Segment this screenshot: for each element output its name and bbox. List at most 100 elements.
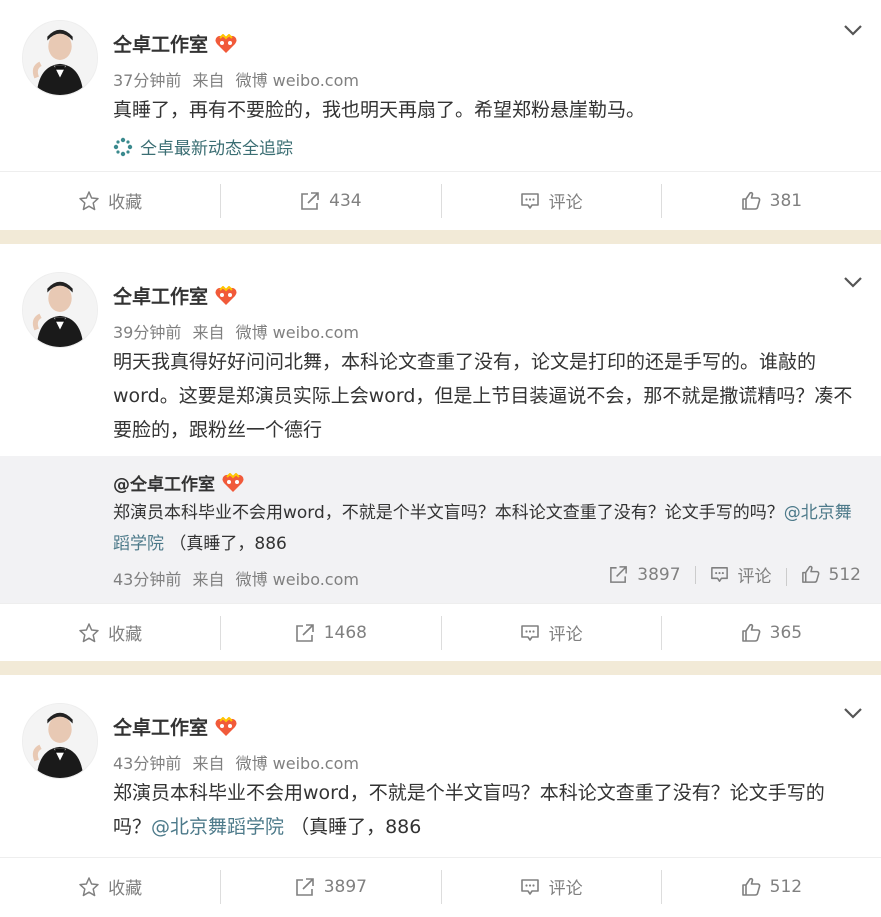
- post-text: 郑演员本科毕业不会用word，不就是个半文盲吗？本科论文查重了没有？论文手写的吗…: [113, 776, 858, 844]
- source-prefix: 来自: [192, 570, 225, 589]
- post-actions: 收藏 1468 评论 365: [0, 603, 881, 661]
- quoted-actions: 3897 评论 512: [594, 562, 861, 587]
- post-source: 微博 weibo.com: [235, 71, 359, 90]
- verified-heart-badge-icon: [215, 33, 237, 53]
- favorite-label: 收藏: [108, 625, 143, 645]
- comment-icon: [710, 567, 728, 582]
- author-link[interactable]: 仝卓工作室: [113, 282, 208, 309]
- super-topic-link[interactable]: 仝卓最新动态全追踪: [113, 134, 293, 159]
- quoted-source: 微博 weibo.com: [235, 570, 359, 589]
- avatar[interactable]: [22, 703, 98, 779]
- chevron-down-icon[interactable]: [843, 275, 863, 289]
- quoted-comment-label: 评论: [737, 567, 772, 587]
- post-source: 微博 weibo.com: [235, 323, 359, 342]
- verified-heart-badge-icon: [222, 472, 244, 492]
- quoted-repost-button[interactable]: 3897: [594, 564, 694, 585]
- post-actions: 收藏 3897 评论 512: [0, 857, 881, 915]
- like-button[interactable]: 512: [660, 869, 881, 904]
- quoted-meta: 43分钟前 来自 微博 weibo.com: [113, 566, 359, 590]
- share-icon: [295, 623, 314, 642]
- share-icon: [295, 877, 314, 896]
- like-count: 512: [769, 876, 803, 897]
- super-topic-label[interactable]: 仝卓最新动态全追踪: [140, 134, 293, 159]
- quoted-text-tail: （真睡了，886: [164, 534, 287, 554]
- source-prefix: 来自: [192, 323, 225, 342]
- comment-button[interactable]: 评论: [440, 183, 661, 218]
- author-name[interactable]: 仝卓工作室: [113, 282, 238, 309]
- post-text-tail: （真睡了，886: [284, 816, 422, 838]
- comment-label: 评论: [548, 625, 583, 645]
- thumbs-up-icon: [741, 191, 761, 210]
- quoted-comment-button[interactable]: 评论: [694, 562, 786, 587]
- repost-button[interactable]: 434: [220, 183, 440, 218]
- post-time[interactable]: 39分钟前: [113, 323, 181, 342]
- verified-heart-badge-icon: [215, 285, 237, 305]
- repost-count: 3897: [323, 876, 367, 897]
- like-button[interactable]: 381: [660, 183, 881, 218]
- share-icon: [610, 566, 628, 583]
- chevron-down-icon[interactable]: [843, 706, 863, 720]
- avatar[interactable]: [22, 20, 98, 96]
- comment-icon: [520, 878, 539, 895]
- post-card-2: 仝卓工作室 39分钟前 来自 微博 weibo.com 明天我真得好好问问北舞，…: [0, 244, 881, 661]
- post-card-3: 仝卓工作室 43分钟前 来自 微博 weibo.com 郑演员本科毕业不会用wo…: [0, 675, 881, 917]
- author-link[interactable]: 仝卓工作室: [113, 713, 208, 740]
- post-actions: 收藏 434 评论 381: [0, 171, 881, 229]
- star-icon: [79, 876, 99, 896]
- star-icon: [79, 622, 99, 642]
- quoted-author[interactable]: @仝卓工作室: [113, 470, 245, 495]
- thumbs-up-icon: [741, 877, 761, 896]
- chevron-down-icon[interactable]: [843, 23, 863, 37]
- comment-icon: [520, 192, 539, 209]
- quoted-text: 郑演员本科毕业不会用word，不就是个半文盲吗？本科论文查重了没有？论文手写的吗…: [113, 498, 861, 560]
- author-name[interactable]: 仝卓工作室: [113, 713, 238, 740]
- quoted-like-button[interactable]: 512: [785, 564, 861, 586]
- post-source: 微博 weibo.com: [235, 754, 359, 773]
- share-icon: [301, 191, 319, 210]
- favorite-button[interactable]: 收藏: [0, 184, 220, 218]
- quoted-like-count: 512: [828, 564, 861, 585]
- comment-icon: [520, 624, 539, 641]
- like-button[interactable]: 365: [660, 615, 881, 650]
- post-card-1: 仝卓工作室 37分钟前 来自 微博 weibo.com 真睡了，再有不要脸的，我…: [0, 0, 881, 230]
- post-meta: 43分钟前 来自 微博 weibo.com: [113, 750, 359, 774]
- repost-count: 434: [329, 190, 362, 211]
- comment-button[interactable]: 评论: [440, 869, 661, 904]
- comment-button[interactable]: 评论: [440, 615, 661, 650]
- thumbs-up-icon: [801, 565, 820, 583]
- comment-label: 评论: [548, 193, 583, 213]
- thumbs-up-icon: [741, 623, 761, 642]
- repost-count: 1468: [323, 622, 367, 643]
- favorite-button[interactable]: 收藏: [0, 616, 220, 650]
- post-time[interactable]: 37分钟前: [113, 71, 181, 90]
- verified-heart-badge-icon: [215, 716, 237, 736]
- repost-button[interactable]: 3897: [220, 869, 440, 904]
- mention-link[interactable]: @北京舞蹈学院: [151, 816, 284, 838]
- post-text: 真睡了，再有不要脸的，我也明天再扇了。希望郑粉悬崖勒马。: [113, 99, 646, 121]
- post-meta: 39分钟前 来自 微博 weibo.com: [113, 319, 359, 343]
- like-count: 365: [769, 622, 803, 643]
- post-text: 明天我真得好好问问北舞，本科论文查重了没有，论文是打印的还是手写的。谁敲的wor…: [113, 351, 853, 441]
- super-topic-icon: [113, 137, 133, 156]
- repost-button[interactable]: 1468: [220, 615, 440, 650]
- favorite-button[interactable]: 收藏: [0, 870, 220, 904]
- quoted-time[interactable]: 43分钟前: [113, 570, 181, 589]
- like-count: 381: [769, 190, 803, 211]
- author-name[interactable]: 仝卓工作室: [113, 30, 238, 57]
- avatar[interactable]: [22, 272, 98, 348]
- quoted-repost-count: 3897: [637, 564, 681, 585]
- quoted-author-link[interactable]: @仝卓工作室: [113, 470, 215, 495]
- source-prefix: 来自: [192, 754, 225, 773]
- source-prefix: 来自: [192, 71, 225, 90]
- comment-label: 评论: [548, 879, 583, 899]
- star-icon: [79, 190, 99, 210]
- author-link[interactable]: 仝卓工作室: [113, 30, 208, 57]
- quoted-text-body: 郑演员本科毕业不会用word，不就是个半文盲吗？本科论文查重了没有？论文手写的吗…: [113, 503, 784, 523]
- post-time[interactable]: 43分钟前: [113, 754, 181, 773]
- avatar-image: [23, 704, 97, 778]
- quoted-post[interactable]: @仝卓工作室 郑演员本科毕业不会用word，不就是个半文盲吗？本科论文查重了没有…: [0, 456, 881, 603]
- avatar-image: [23, 21, 97, 95]
- post-meta: 37分钟前 来自 微博 weibo.com: [113, 67, 359, 91]
- favorite-label: 收藏: [108, 193, 143, 213]
- favorite-label: 收藏: [108, 879, 143, 899]
